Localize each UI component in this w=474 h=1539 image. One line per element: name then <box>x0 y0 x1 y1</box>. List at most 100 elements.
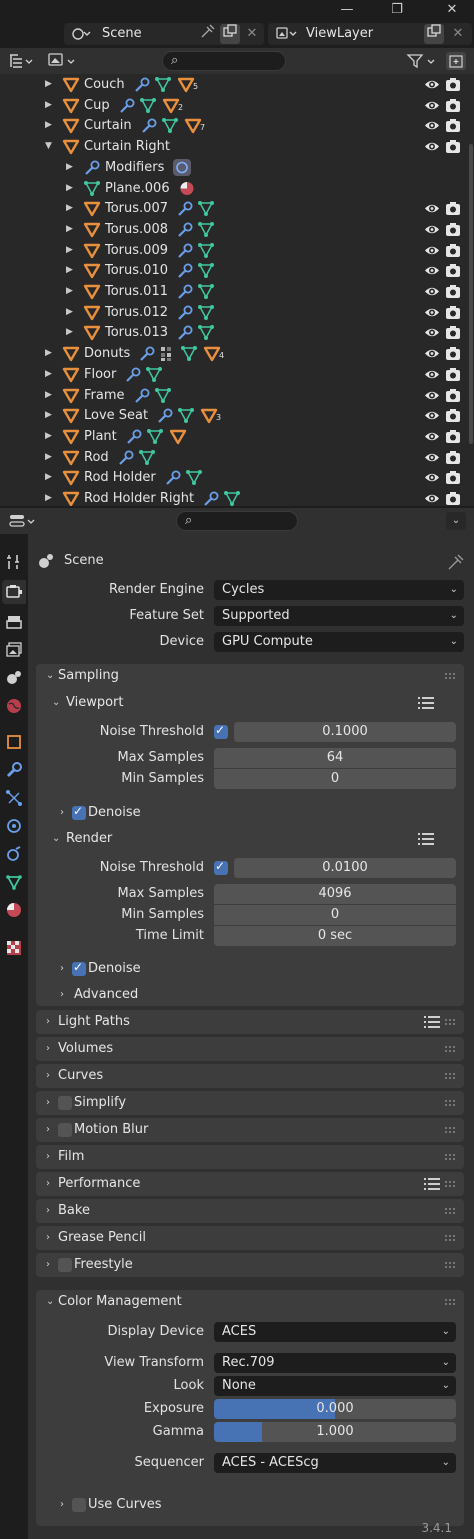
wrench-icon[interactable] <box>140 117 160 134</box>
simplify-panel-header[interactable]: › Simplify <box>36 1091 464 1115</box>
expand-right-icon[interactable]: ▶ <box>45 428 57 445</box>
advanced-subpanel-header[interactable]: › Advanced <box>60 984 260 1006</box>
minimize-icon[interactable]: — <box>330 0 364 20</box>
simplify-checkbox[interactable] <box>58 1096 72 1110</box>
render-camera-icon[interactable] <box>445 388 461 403</box>
visibility-eye-icon[interactable] <box>424 77 440 92</box>
outliner-row[interactable]: ▶ Donuts 4 <box>0 343 474 364</box>
outliner-row[interactable]: ▶ Frame <box>0 385 474 406</box>
outliner-row[interactable]: ▶ Torus.012 <box>0 302 474 323</box>
render-camera-icon[interactable] <box>445 263 461 278</box>
outliner-row[interactable]: ▶ Rod Holder Right <box>0 488 474 506</box>
expand-right-icon[interactable]: ▶ <box>45 387 57 404</box>
scene-tab-icon[interactable] <box>2 666 26 690</box>
expand-right-icon[interactable]: ▶ <box>45 469 57 486</box>
outliner-row[interactable]: ▶ Torus.013 <box>0 322 474 343</box>
expand-right-icon[interactable]: ▶ <box>66 242 78 259</box>
outliner-item-name[interactable]: Torus.012 <box>105 302 168 323</box>
expand-right-icon[interactable]: ▶ <box>45 407 57 424</box>
sampling-panel-header[interactable]: ⌄ Sampling <box>36 664 464 688</box>
mesh-data-icon[interactable] <box>197 283 219 300</box>
editor-type-icon[interactable] <box>8 52 38 70</box>
light-paths-panel[interactable]: › Light Paths <box>36 1010 464 1034</box>
viewlayer-selector[interactable]: ViewLayer ✕ <box>268 23 472 45</box>
render-camera-icon[interactable] <box>445 243 461 258</box>
wrench-icon[interactable] <box>176 242 196 259</box>
expand-right-icon[interactable]: ▶ <box>45 345 57 362</box>
outliner-item-name[interactable]: Torus.008 <box>105 219 168 240</box>
mesh-data-icon[interactable] <box>223 490 245 506</box>
tool-tab-icon[interactable] <box>2 550 26 574</box>
mesh-data-icon[interactable] <box>177 407 199 424</box>
render-camera-icon[interactable] <box>445 429 461 444</box>
maximize-icon[interactable]: ❐ <box>380 0 414 20</box>
display-mode-icon[interactable] <box>46 52 80 70</box>
wrench-icon[interactable] <box>156 407 176 424</box>
filter-icon[interactable] <box>406 52 440 70</box>
outliner-row[interactable]: ▶ Curtain 7 <box>0 115 474 136</box>
viewport-noise-threshold-field[interactable]: 0.1000 <box>234 722 456 742</box>
grease-pencil-panel[interactable]: › Grease Pencil <box>36 1226 464 1250</box>
outliner-row[interactable]: ▶ Rod <box>0 447 474 468</box>
visibility-eye-icon[interactable] <box>424 450 440 465</box>
outliner-item-name[interactable]: Floor <box>84 364 116 385</box>
properties-search-input[interactable]: ⌕ <box>176 511 298 531</box>
render-camera-icon[interactable] <box>445 284 461 299</box>
mesh-data-icon[interactable] <box>197 262 219 279</box>
wrench-icon[interactable] <box>176 324 196 341</box>
viewport-denoise-checkbox[interactable] <box>72 804 86 820</box>
render-camera-icon[interactable] <box>445 470 461 485</box>
outliner-search-input[interactable]: ⌕ <box>162 51 286 71</box>
mesh-data-icon[interactable] <box>197 242 219 259</box>
expand-right-icon[interactable]: ▶ <box>66 180 78 197</box>
presets-list-icon[interactable] <box>424 1177 440 1191</box>
drag-grip-icon[interactable] <box>444 1151 456 1163</box>
look-dropdown[interactable]: None ⌄ <box>214 1376 456 1396</box>
wrench-icon[interactable] <box>164 469 184 486</box>
render-camera-icon[interactable] <box>445 346 461 361</box>
close-window-icon[interactable]: ✕ <box>430 0 474 20</box>
outliner-item-name[interactable]: Plane.006 <box>105 178 170 199</box>
render-camera-icon[interactable] <box>445 77 461 92</box>
options-chevron-icon[interactable]: ⌄ <box>446 512 466 530</box>
render-camera-icon[interactable] <box>445 305 461 320</box>
use-curves-subpanel-header[interactable]: › Use Curves <box>60 1494 260 1516</box>
expand-right-icon[interactable]: ▶ <box>66 221 78 238</box>
outliner-item-name[interactable]: Cup <box>84 95 110 116</box>
viewport-denoise-subpanel-header[interactable]: › Denoise <box>60 802 260 824</box>
mesh-data-icon[interactable] <box>139 97 161 114</box>
render-noise-threshold-checkbox[interactable] <box>214 859 228 875</box>
outliner-row[interactable]: ▶ Plant <box>0 426 474 447</box>
wrench-icon[interactable] <box>176 262 196 279</box>
expand-right-icon[interactable]: ▶ <box>66 159 78 176</box>
outliner-row[interactable]: ▶ Torus.011 <box>0 281 474 302</box>
visibility-eye-icon[interactable] <box>424 118 440 133</box>
expand-down-icon[interactable]: ▼ <box>45 138 57 155</box>
drag-grip-icon[interactable] <box>444 670 456 682</box>
mesh-data-icon[interactable] <box>138 449 160 466</box>
wrench-icon[interactable] <box>176 304 196 321</box>
outliner-item-name[interactable]: Torus.010 <box>105 260 168 281</box>
outliner-item-name[interactable]: Love Seat <box>84 405 148 426</box>
drag-grip-icon[interactable] <box>444 1016 456 1028</box>
viewport-subpanel-header[interactable]: ⌄ Viewport <box>52 692 452 714</box>
render-denoise-subpanel-header[interactable]: › Denoise <box>60 958 260 980</box>
render-max-samples-field[interactable]: 4096 <box>214 884 456 904</box>
drag-grip-icon[interactable] <box>444 1178 456 1190</box>
expand-right-icon[interactable]: ▶ <box>66 283 78 300</box>
wrench-icon[interactable] <box>133 76 153 93</box>
visibility-eye-icon[interactable] <box>424 388 440 403</box>
outliner-item-name[interactable]: Torus.007 <box>105 198 168 219</box>
outliner-row[interactable]: ▶ Torus.010 <box>0 260 474 281</box>
render-camera-icon[interactable] <box>445 201 461 216</box>
film-panel-header[interactable]: › Film <box>36 1145 464 1169</box>
render-camera-icon[interactable] <box>445 139 461 154</box>
volumes-panel[interactable]: › Volumes <box>36 1037 464 1061</box>
visibility-eye-icon[interactable] <box>424 284 440 299</box>
render-camera-icon[interactable] <box>445 325 461 340</box>
curves-panel[interactable]: › Curves <box>36 1064 464 1088</box>
expand-right-icon[interactable]: ▶ <box>45 97 57 114</box>
render-subpanel-header[interactable]: ⌄ Render <box>52 828 452 850</box>
expand-right-icon[interactable]: ▶ <box>45 366 57 383</box>
outliner-row[interactable]: ▶ Modifiers <box>0 157 474 178</box>
